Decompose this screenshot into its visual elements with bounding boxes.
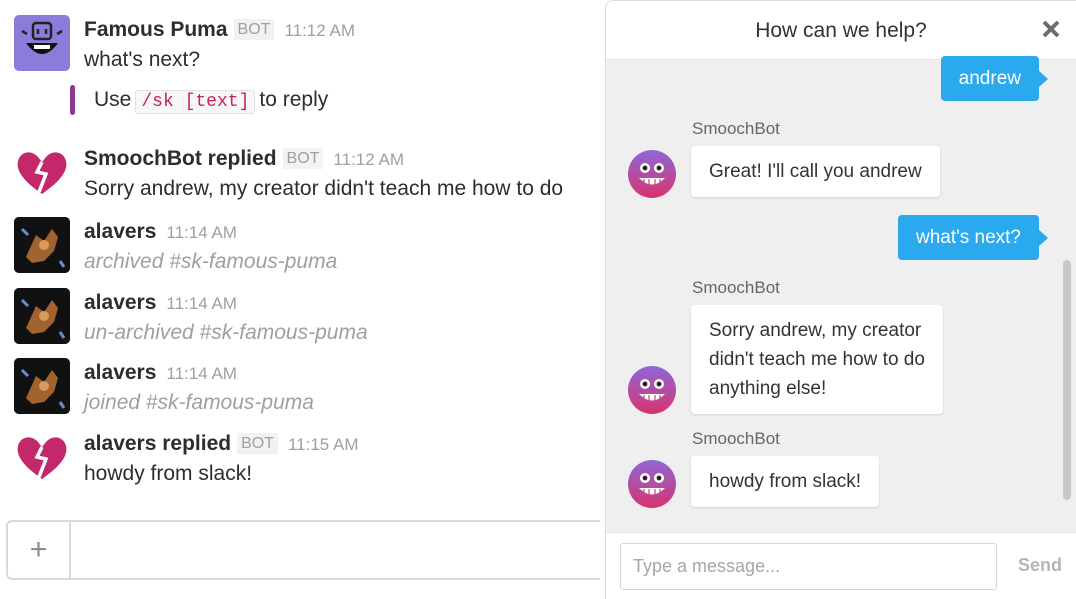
message-author[interactable]: SmoochBot replied <box>84 147 277 170</box>
close-icon[interactable] <box>1040 18 1062 40</box>
attachment-color-bar <box>70 85 75 115</box>
conversation-scrollbar[interactable] <box>1063 260 1071 500</box>
bot-message-bubble: Great! I'll call you andrew <box>691 146 940 197</box>
message-header: alavers 11:14 AM <box>84 288 600 318</box>
message-author[interactable]: alavers <box>84 361 156 384</box>
message-body: Famous Puma BOT 11:12 AM what's next? <box>84 15 600 75</box>
message-timestamp[interactable]: 11:12 AM <box>284 21 355 40</box>
message-header: alavers 11:14 AM <box>84 358 600 388</box>
user-avatar[interactable] <box>14 358 70 414</box>
puma-bot-avatar[interactable] <box>14 15 70 71</box>
message-header: alavers replied BOT 11:15 AM <box>84 429 600 459</box>
message-body: alavers 11:14 AM archived #sk-famous-puma <box>84 217 600 277</box>
bot-avatar-icon <box>627 459 677 509</box>
widget-footer: Send <box>606 532 1076 599</box>
message-text: Sorry andrew, my creator didn't teach me… <box>84 177 564 200</box>
bot-message-line: howdy from slack! <box>709 471 862 492</box>
system-message-text: un-archived #sk-famous-puma <box>84 321 368 344</box>
attachment-code: /sk [text] <box>135 90 256 114</box>
message-body: alavers replied BOT 11:15 AM howdy from sl… <box>84 429 600 489</box>
message-timestamp[interactable]: 11:12 AM <box>333 150 404 169</box>
widget-title: How can we help? <box>755 19 927 42</box>
bot-avatar-icon <box>627 149 677 199</box>
message-author[interactable]: Famous Puma <box>84 18 228 41</box>
message-timestamp[interactable]: 11:14 AM <box>166 364 237 383</box>
bot-avatar-icon <box>627 365 677 415</box>
user-message-bubble: andrew <box>940 56 1049 101</box>
user-avatar[interactable] <box>14 217 70 273</box>
chat-widget: How can we help? andrew SmoochBot Great!… <box>605 0 1076 599</box>
message-text: howdy from slack! <box>84 462 253 485</box>
bot-sender-name: SmoochBot <box>692 429 780 448</box>
bot-badge: BOT <box>237 433 278 454</box>
system-message-text: archived #sk-famous-puma <box>84 250 338 273</box>
message-author[interactable]: alavers replied <box>84 432 231 455</box>
chat-message-input[interactable] <box>620 543 997 590</box>
bot-sender-name: SmoochBot <box>692 119 780 138</box>
message-body: alavers 11:14 AM joined #sk-famous-puma <box>84 358 600 418</box>
message-composer: + <box>6 520 600 580</box>
widget-header: How can we help? <box>606 1 1076 60</box>
user-avatar[interactable] <box>14 288 70 344</box>
message-input[interactable] <box>74 522 600 578</box>
add-file-button[interactable]: + <box>8 522 71 578</box>
system-message-text: joined #sk-famous-puma <box>84 391 314 414</box>
slack-channel: Famous Puma BOT 11:12 AM what's next? Use /… <box>0 0 600 599</box>
attachment-suffix: to reply <box>259 88 329 111</box>
message-author[interactable]: alavers <box>84 291 156 314</box>
bot-message-bubble: Sorry andrew, my creator didn't teach me… <box>691 305 943 414</box>
bot-message-line: anything else! <box>709 378 827 399</box>
send-button[interactable]: Send <box>1018 555 1062 576</box>
bot-message-bubble: howdy from slack! <box>691 456 880 507</box>
message-attachment: Use/sk [text] to reply <box>70 83 570 117</box>
user-message-bubble: what's next? <box>897 215 1049 260</box>
message-author[interactable]: alavers <box>84 220 156 243</box>
message-header: SmoochBot replied BOT 11:12 AM <box>84 144 600 174</box>
attachment-text: Use/sk [text] to reply <box>94 83 328 119</box>
message-text: what's next? <box>84 48 201 71</box>
message-header: alavers 11:14 AM <box>84 217 600 247</box>
heart-avatar[interactable] <box>14 429 70 485</box>
message-timestamp[interactable]: 11:14 AM <box>166 223 237 242</box>
message-body: alavers 11:14 AM un-archived #sk-famous-p… <box>84 288 600 348</box>
bot-message-line: Sorry andrew, my creator <box>709 320 922 341</box>
message-timestamp[interactable]: 11:15 AM <box>288 435 359 454</box>
bot-sender-name: SmoochBot <box>692 278 780 297</box>
message-body: SmoochBot replied BOT 11:12 AM Sorry andre… <box>84 144 600 204</box>
bot-badge: BOT <box>233 19 275 40</box>
bot-message-line: Great! I'll call you andrew <box>709 161 922 182</box>
attachment-prefix: Use <box>94 88 132 111</box>
message-header: Famous Puma BOT 11:12 AM <box>84 15 600 45</box>
message-timestamp[interactable]: 11:14 AM <box>166 294 237 313</box>
bot-message-line: didn't teach me how to do <box>709 349 925 370</box>
conversation-log: andrew SmoochBot Great! I'll call you an… <box>606 56 1076 532</box>
heart-avatar[interactable] <box>14 144 70 200</box>
bot-badge: BOT <box>282 148 324 169</box>
